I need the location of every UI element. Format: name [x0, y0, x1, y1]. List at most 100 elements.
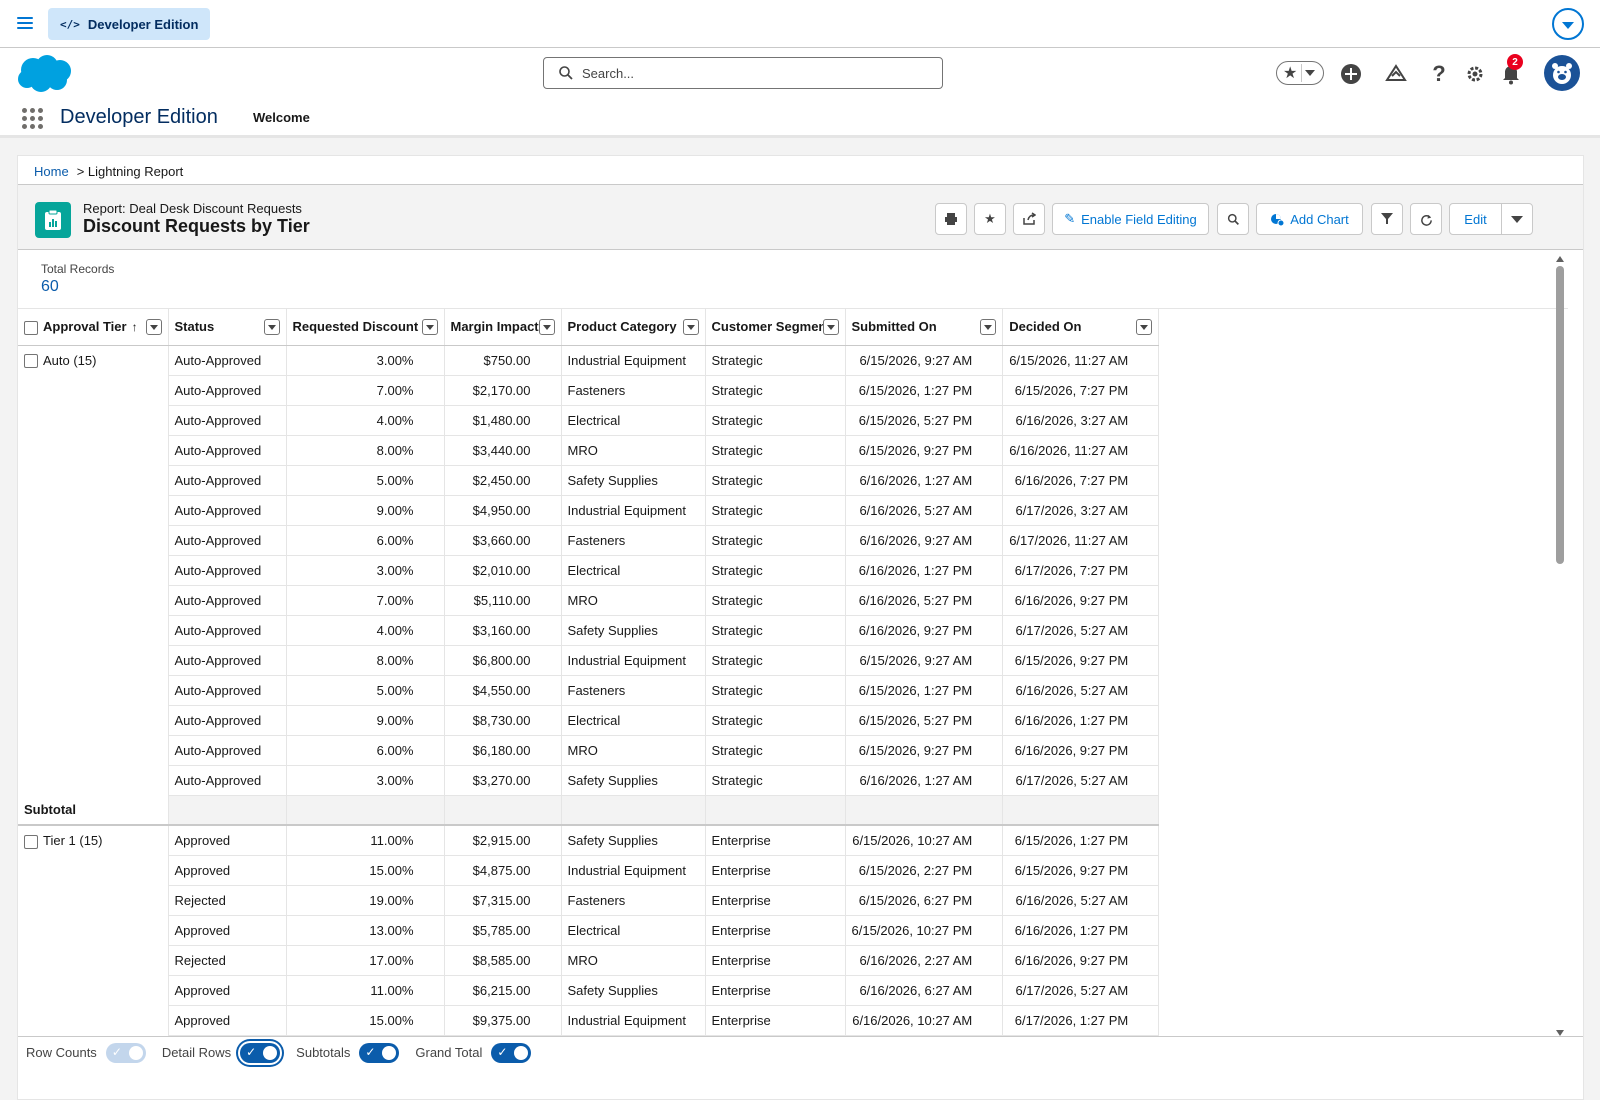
column-header[interactable]: Customer Segment	[705, 309, 846, 346]
toggle-label: Detail Rows	[161, 1045, 232, 1060]
table-cell: Strategic	[705, 765, 846, 796]
table-cell: 6/15/2026, 1:27 PM	[845, 375, 1004, 406]
enable-field-editing-button[interactable]: ✎ Enable Field Editing	[1052, 203, 1209, 235]
table-cell: 6/16/2026, 9:27 PM	[1002, 585, 1160, 616]
subtotal-cell	[444, 795, 562, 826]
table-cell: Auto-Approved	[168, 555, 287, 586]
table-cell: $750.00	[444, 345, 562, 376]
vertical-scrollbar[interactable]	[1553, 256, 1566, 1036]
table-cell: $2,450.00	[444, 465, 562, 496]
table-cell: 6/16/2026, 3:27 AM	[1002, 405, 1160, 436]
toggle-row-counts[interactable]: Row Counts ✓	[26, 1042, 146, 1063]
column-menu-button[interactable]	[538, 319, 555, 335]
toggle-switch[interactable]: ✓	[105, 1042, 146, 1063]
select-all-checkbox[interactable]	[24, 320, 38, 335]
column-header[interactable]: Requested Discount %	[286, 309, 445, 346]
add-icon[interactable]	[1338, 61, 1364, 87]
table-cell: Electrical	[561, 405, 706, 436]
table-cell: Strategic	[705, 465, 846, 496]
toggle-switch[interactable]: ✓	[240, 1042, 281, 1063]
toggle-detail-rows[interactable]: Detail Rows ✓	[161, 1042, 281, 1063]
menu-icon[interactable]	[17, 17, 33, 31]
app-switcher-button[interactable]: </> Developer Edition	[48, 8, 211, 40]
table-cell: Strategic	[705, 615, 846, 646]
share-button[interactable]	[1013, 203, 1045, 235]
table-cell: Enterprise	[705, 825, 846, 856]
table-cell: 6/16/2026, 2:27 AM	[845, 945, 1004, 976]
table-cell: Auto-Approved	[168, 705, 287, 736]
check-icon: ✓	[111, 1044, 122, 1059]
app-launcher-icon[interactable]	[22, 108, 43, 129]
toggle-grand-total[interactable]: Grand Total ✓	[415, 1042, 532, 1063]
toggle-switch[interactable]: ✓	[491, 1042, 532, 1063]
filter-icon	[1381, 213, 1393, 224]
toggle-switch[interactable]: ✓	[359, 1042, 400, 1063]
scrollbar-thumb[interactable]	[1556, 266, 1564, 564]
table-cell: Auto-Approved	[168, 525, 287, 556]
column-menu-button[interactable]	[421, 319, 438, 335]
subtotal-cell	[168, 795, 287, 826]
table-cell: Industrial Equipment	[561, 855, 706, 886]
column-header[interactable]: Status	[168, 309, 287, 346]
column-menu-button[interactable]	[1136, 319, 1153, 335]
column-header-label: Requested Discount %	[292, 319, 434, 335]
table-cell: 6/15/2026, 9:27 PM	[845, 435, 1004, 466]
filter-button[interactable]	[1371, 203, 1403, 235]
group-checkbox[interactable]	[24, 354, 38, 369]
nav-item-welcome[interactable]: Welcome	[253, 110, 310, 125]
table-row: Auto-Approved 4.00% $1,480.00 Electrical Str…	[18, 405, 1160, 436]
breadcrumb-home-link[interactable]: Home	[34, 164, 69, 179]
table-row: Auto-Approved 5.00% $4,550.00 Fasteners Stra…	[18, 675, 1160, 706]
report-header: Report: Deal Desk Discount Requests Disc…	[18, 184, 1583, 250]
column-header[interactable]: Margin Impact	[444, 309, 562, 346]
table-cell: Industrial Equipment	[561, 495, 706, 526]
table-row: Rejected 19.00% $7,315.00 Fasteners Enterpri…	[18, 885, 1160, 916]
trailhead-icon[interactable]	[1383, 61, 1409, 87]
chevron-down-icon	[425, 324, 434, 330]
print-button[interactable]	[935, 203, 967, 235]
search-icon	[1227, 213, 1239, 225]
table-cell: 6/16/2026, 1:27 PM	[1002, 705, 1160, 736]
app-name: Developer Edition	[60, 106, 218, 128]
table-cell: Safety Supplies	[561, 975, 706, 1006]
help-icon[interactable]: ?	[1426, 61, 1452, 87]
gear-icon[interactable]	[1462, 61, 1488, 87]
table-row: Approved 15.00% $9,375.00 Industrial Equipm…	[18, 1005, 1160, 1036]
table-cell: $7,315.00	[444, 885, 562, 916]
toggle-subtotals[interactable]: Subtotals ✓	[296, 1042, 400, 1063]
column-header[interactable]: Decided On	[1002, 309, 1160, 346]
column-menu-button[interactable]	[822, 319, 839, 335]
column-header[interactable]: Product Category	[561, 309, 706, 346]
favorites-button[interactable]: ★	[1276, 61, 1324, 85]
column-menu-button[interactable]	[682, 319, 699, 335]
chevron-down-icon[interactable]	[1552, 8, 1584, 40]
table-cell: MRO	[561, 435, 706, 466]
column-header[interactable]: Approval Tier ↑	[18, 309, 169, 346]
table-cell: 11.00%	[286, 975, 445, 1006]
refresh-button[interactable]	[1410, 203, 1442, 235]
report-table: Approval Tier ↑ Status Requested Discount %…	[18, 309, 1160, 1036]
group-cell: Tier 1 (15)	[18, 825, 169, 1036]
column-menu-button[interactable]	[263, 319, 280, 335]
table-row: Auto-Approved 5.00% $2,450.00 Safety Suppli…	[18, 465, 1160, 496]
add-chart-button[interactable]: Add Chart	[1256, 203, 1363, 235]
follow-button[interactable]: ★	[974, 203, 1006, 235]
table-cell: Approved	[168, 1005, 287, 1036]
search-report-button[interactable]	[1217, 203, 1249, 235]
edit-button[interactable]: Edit	[1449, 203, 1502, 235]
report-icon	[35, 202, 71, 238]
search-input[interactable]: Search...	[543, 57, 943, 89]
column-header[interactable]: Submitted On	[845, 309, 1004, 346]
table-cell: 6/16/2026, 1:27 PM	[845, 555, 1004, 586]
column-menu-button[interactable]	[145, 319, 162, 335]
sort-ascending-icon[interactable]: ↑	[132, 320, 138, 334]
global-header: Search... ★ ? 2	[0, 48, 1600, 100]
check-icon: ✓	[497, 1044, 508, 1059]
column-menu-button[interactable]	[980, 319, 997, 335]
group-label: Auto (15)	[43, 352, 97, 368]
avatar[interactable]	[1544, 55, 1580, 91]
more-actions-button[interactable]	[1501, 203, 1533, 235]
table-row: Approved 11.00% $6,215.00 Safety Supplies En…	[18, 975, 1160, 1006]
group-checkbox[interactable]	[24, 834, 38, 849]
chart-icon	[1271, 214, 1285, 226]
